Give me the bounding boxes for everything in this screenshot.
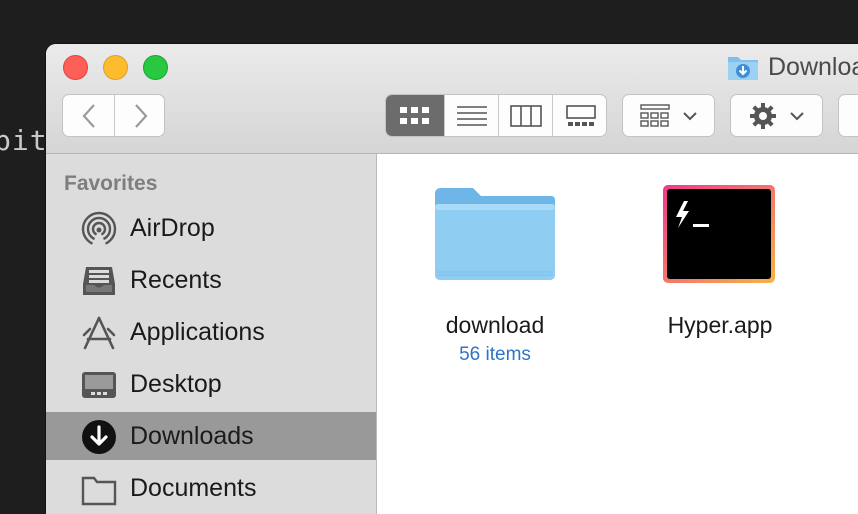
sidebar-item-label: Recents [130,265,222,294]
sidebar-item-label: AirDrop [130,213,215,242]
file-area: download 56 items Hyper.app [377,154,858,514]
file-name: Hyper.app [667,312,773,338]
desktop-icon [80,366,118,404]
airdrop-icon [80,210,118,248]
window-title-text: Downloa [768,52,858,81]
chevron-down-icon [789,111,804,120]
documents-icon [80,470,118,508]
window-title: Downloa [726,50,858,84]
background-terminal-text: bit [0,124,48,157]
close-button[interactable] [63,55,88,80]
group-button[interactable] [622,94,715,137]
icon-view-button[interactable] [386,95,444,136]
sidebar-section-favorites: Favorites [64,172,158,195]
gallery-view-icon [565,104,596,126]
sidebar-item-recents[interactable]: Recents [46,256,376,304]
sidebar-item-airdrop[interactable]: AirDrop [46,204,376,252]
minimize-button[interactable] [103,55,128,80]
forward-button[interactable] [114,95,166,136]
applications-icon [80,314,118,352]
chevron-left-icon [82,103,95,128]
share-button[interactable] [838,94,858,137]
back-button[interactable] [63,95,114,136]
downloads-folder-icon [728,57,758,80]
sidebar-item-label: Downloads [130,421,254,450]
sidebar-item-label: Documents [130,473,257,502]
sidebar: Favorites AirDrop Recents Applications D… [46,154,377,514]
title-bar: Downloa [46,44,858,154]
sidebar-item-downloads[interactable]: Downloads [46,412,376,460]
sidebar-item-applications[interactable]: Applications [46,308,376,356]
gallery-view-button[interactable] [552,95,606,136]
file-name: download [445,312,545,338]
sidebar-item-label: Applications [130,317,265,346]
chevron-right-icon [134,103,147,128]
column-view-button[interactable] [498,95,552,136]
folder-icon [435,188,555,280]
list-view-button[interactable] [444,95,498,136]
column-view-icon [509,104,542,127]
nav-buttons [62,94,165,137]
hyper-app-icon [663,185,775,283]
finder-window: Downloa Favorites AirDrop Recents Applic… [46,44,858,514]
icon-view-icon [400,106,429,124]
gear-icon [749,102,776,129]
recents-icon [80,262,118,300]
downloads-icon [80,418,118,456]
view-mode-control [385,94,607,137]
action-button[interactable] [730,94,823,137]
file-item-count: 56 items [459,344,531,365]
sidebar-item-label: Desktop [130,369,222,398]
chevron-down-icon [682,111,697,120]
list-view-icon [456,105,487,126]
sidebar-item-desktop[interactable]: Desktop [46,360,376,408]
zoom-button[interactable] [143,55,168,80]
group-grid-icon [639,103,670,127]
sidebar-item-documents[interactable]: Documents [46,464,376,512]
